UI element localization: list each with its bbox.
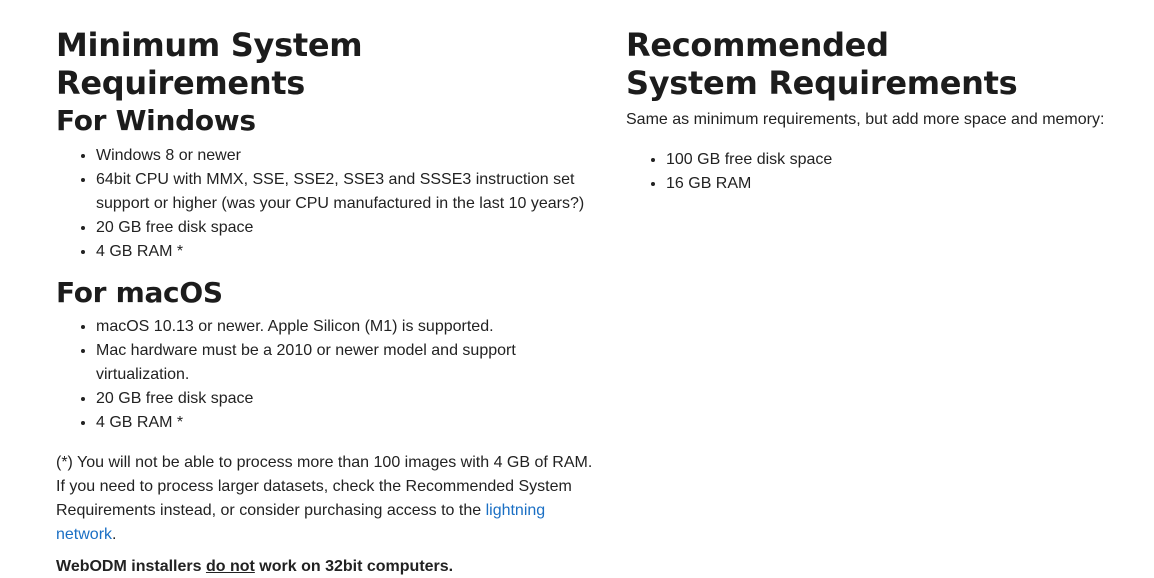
list-item: 4 GB RAM * xyxy=(96,240,596,264)
recommended-intro: Same as minimum requirements, but add mo… xyxy=(626,111,1105,128)
list-item: 4 GB RAM * xyxy=(96,411,596,435)
32bit-warning-emphasis: do not xyxy=(205,558,255,575)
minimum-requirements-title: Minimum System Requirements xyxy=(56,26,363,102)
recommended-requirements-column: Recommended System Requirements Same as … xyxy=(626,0,1126,196)
list-item: 64bit CPU with MMX, SSE, SSE2, SSE3 and … xyxy=(96,168,596,216)
list-item: 20 GB free disk space xyxy=(96,387,596,411)
32bit-warning-after: work on 32bit computers. xyxy=(259,558,454,575)
ram-footnote-end: . xyxy=(112,526,117,543)
windows-requirements-list: Windows 8 or newer 64bit CPU with MMX, S… xyxy=(56,144,596,264)
requirements-page: Minimum System Requirements For Windows … xyxy=(0,0,1154,578)
macos-heading: For macOS xyxy=(56,276,223,309)
minimum-requirements-column: Minimum System Requirements For Windows … xyxy=(56,0,596,578)
list-item: macOS 10.13 or newer. Apple Silicon (M1)… xyxy=(96,315,596,339)
ram-footnote: (*) You will not be able to process more… xyxy=(56,451,596,547)
list-item: Windows 8 or newer xyxy=(96,144,596,168)
list-item: Mac hardware must be a 2010 or newer mod… xyxy=(96,339,596,387)
recommended-requirements-title: Recommended System Requirements xyxy=(626,26,1018,102)
list-item: 100 GB free disk space xyxy=(666,148,1126,172)
macos-requirements-list: macOS 10.13 or newer. Apple Silicon (M1)… xyxy=(56,315,596,435)
32bit-warning: WebODM installers do not work on 32bit c… xyxy=(56,555,596,578)
list-item: 20 GB free disk space xyxy=(96,216,596,240)
windows-heading: For Windows xyxy=(56,104,256,137)
recommended-requirements-list: 100 GB free disk space 16 GB RAM xyxy=(626,148,1126,196)
list-item: 16 GB RAM xyxy=(666,172,1126,196)
32bit-warning-before: WebODM installers xyxy=(56,558,202,575)
